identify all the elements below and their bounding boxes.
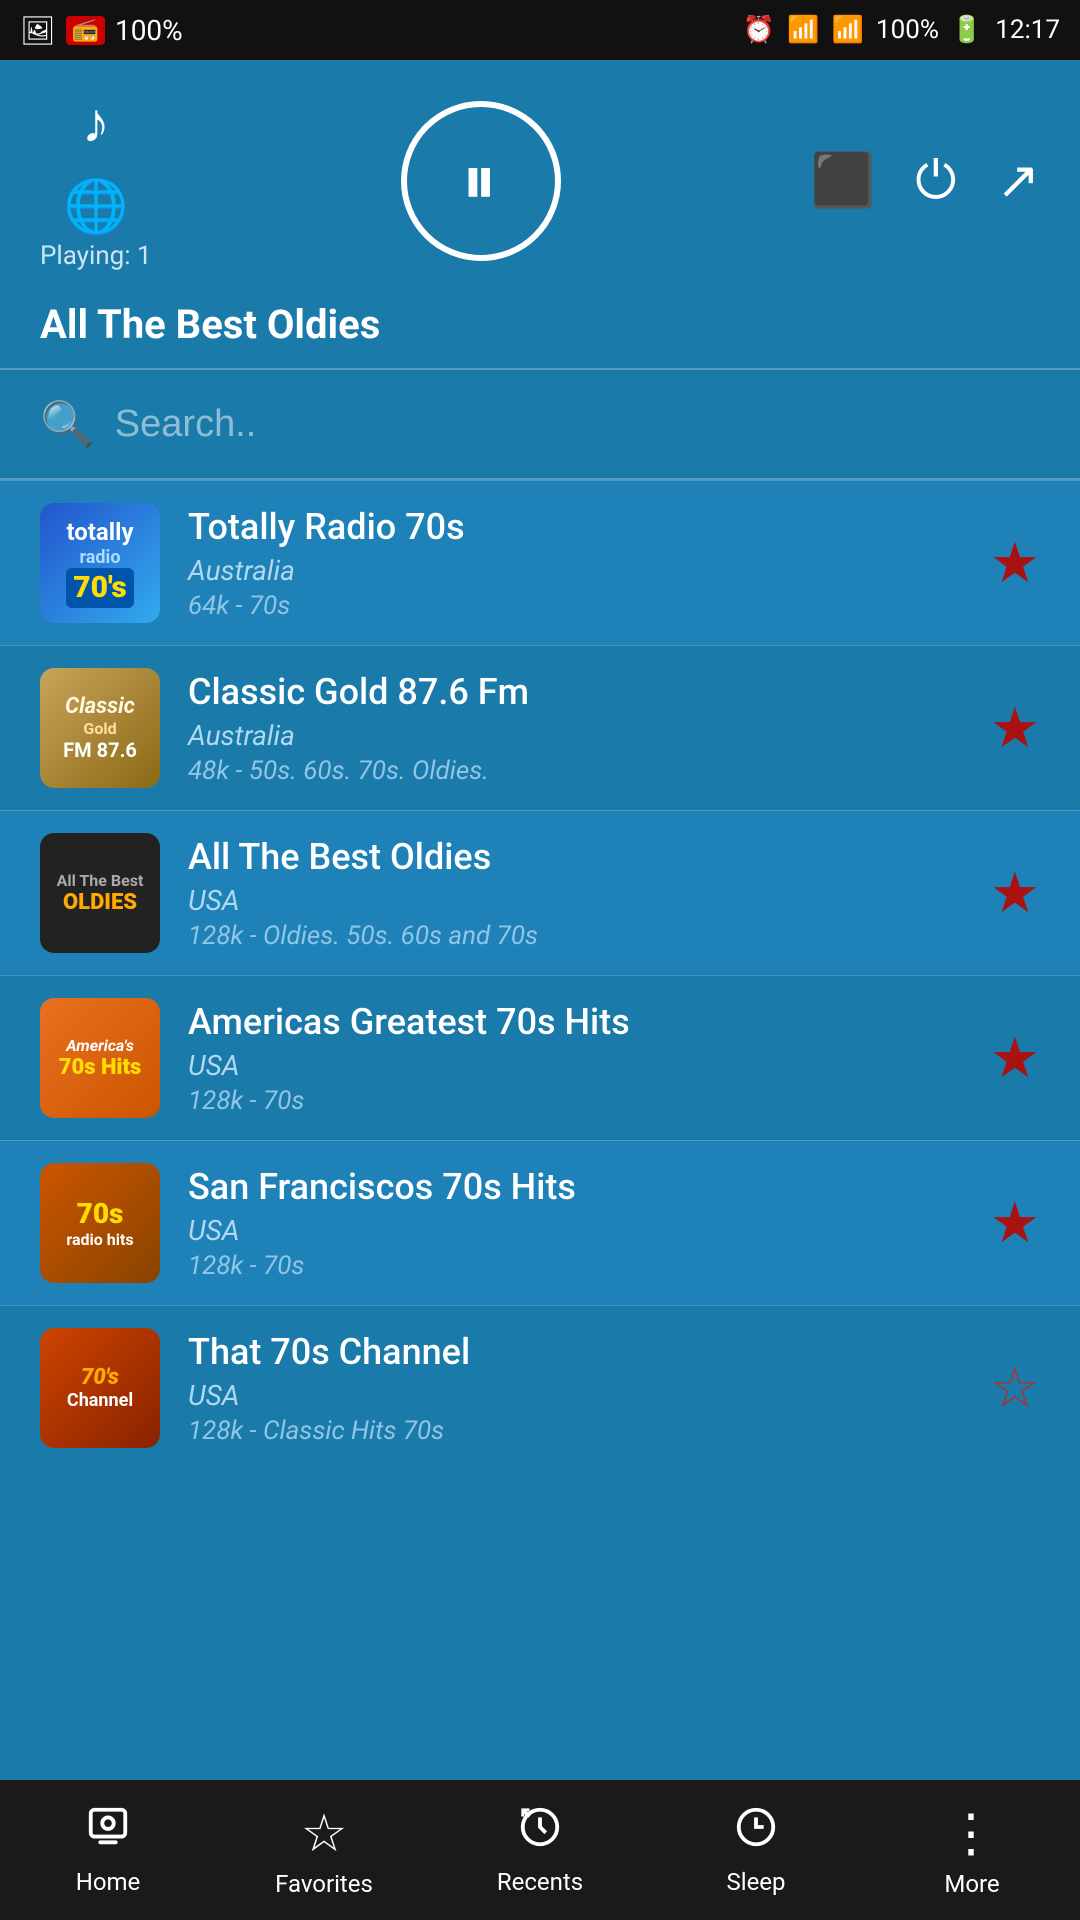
- station-country: Australia: [188, 554, 962, 587]
- home-icon: [85, 1804, 131, 1862]
- favorite-star-button[interactable]: ★: [990, 530, 1040, 596]
- music-note-icon[interactable]: ♪: [82, 90, 110, 156]
- battery-icon: 🔋: [951, 15, 983, 45]
- status-left: 🖼 📻 100%: [20, 14, 183, 47]
- station-logo-all-the-best-oldies: All The Best OLDIES: [40, 833, 160, 953]
- station-name: Totally Radio 70s: [188, 506, 962, 548]
- station-name: Americas Greatest 70s Hits: [188, 1001, 962, 1043]
- radio-icon: 📻: [66, 16, 105, 45]
- station-name: All The Best Oldies: [188, 836, 962, 878]
- nav-item-more[interactable]: ⋮ More: [864, 1803, 1080, 1898]
- station-logo-totally-radio-70s: totally radio 70's: [40, 503, 160, 623]
- search-icon: 🔍: [40, 398, 95, 450]
- station-meta: 128k - 70s: [188, 1086, 962, 1116]
- nav-label-sleep: Sleep: [726, 1868, 785, 1896]
- signal-icon: 📶: [832, 15, 864, 45]
- more-icon: ⋮: [945, 1803, 999, 1864]
- list-item[interactable]: America's 70s Hits Americas Greatest 70s…: [0, 975, 1080, 1140]
- now-playing-title: All The Best Oldies: [0, 291, 1080, 368]
- battery-count: 100%: [115, 14, 183, 47]
- station-logo-san-franciscos-70s: 70s radio hits: [40, 1163, 160, 1283]
- nav-item-recents[interactable]: Recents: [432, 1804, 648, 1896]
- favorites-icon: ☆: [301, 1803, 348, 1864]
- station-name: That 70s Channel: [188, 1331, 962, 1373]
- recents-icon: [517, 1804, 563, 1862]
- nav-label-home: Home: [76, 1868, 141, 1896]
- station-country: USA: [188, 1379, 962, 1412]
- nav-label-favorites: Favorites: [275, 1870, 373, 1898]
- station-logo-that-70s-channel: 70's Channel: [40, 1328, 160, 1448]
- battery-percent: 100%: [876, 15, 939, 45]
- sleep-icon: [733, 1804, 779, 1862]
- list-item[interactable]: 70's Channel That 70s Channel USA 128k -…: [0, 1305, 1080, 1470]
- bottom-nav: Home ☆ Favorites Recents Sleep ⋮ More: [0, 1780, 1080, 1920]
- alarm-icon: ⏰: [743, 15, 775, 45]
- station-info: That 70s Channel USA 128k - Classic Hits…: [188, 1331, 962, 1446]
- station-meta: 64k - 70s: [188, 591, 962, 621]
- station-meta: 128k - Classic Hits 70s: [188, 1416, 962, 1446]
- nav-item-favorites[interactable]: ☆ Favorites: [216, 1803, 432, 1898]
- globe-icon[interactable]: 🌐: [63, 176, 128, 237]
- wifi-icon: 📶: [787, 15, 819, 45]
- pause-icon: ⏸: [462, 140, 501, 222]
- favorite-star-button[interactable]: ★: [990, 860, 1040, 926]
- nav-item-home[interactable]: Home: [0, 1804, 216, 1896]
- station-logo-americas-greatest-70s: America's 70s Hits: [40, 998, 160, 1118]
- pause-button[interactable]: ⏸: [401, 101, 561, 261]
- station-info: All The Best Oldies USA 128k - Oldies. 5…: [188, 836, 962, 951]
- player-center: ⏸: [401, 101, 561, 261]
- nav-label-recents: Recents: [497, 1868, 583, 1896]
- station-name: Classic Gold 87.6 Fm: [188, 671, 962, 713]
- station-country: USA: [188, 1214, 962, 1247]
- station-meta: 128k - 70s: [188, 1251, 962, 1281]
- station-country: Australia: [188, 719, 962, 752]
- nav-item-sleep[interactable]: Sleep: [648, 1804, 864, 1896]
- station-meta: 48k - 50s. 60s. 70s. Oldies.: [188, 756, 962, 786]
- favorite-star-button[interactable]: ★: [990, 1025, 1040, 1091]
- power-button[interactable]: ⏻: [915, 150, 956, 212]
- list-item[interactable]: All The Best OLDIES All The Best Oldies …: [0, 810, 1080, 975]
- search-input[interactable]: [115, 403, 1040, 446]
- station-country: USA: [188, 884, 962, 917]
- station-list: totally radio 70's Totally Radio 70s Aus…: [0, 480, 1080, 1470]
- favorite-star-button[interactable]: ☆: [990, 1355, 1040, 1421]
- station-logo-classic-gold: Classic Gold FM 87.6: [40, 668, 160, 788]
- list-item[interactable]: 70s radio hits San Franciscos 70s Hits U…: [0, 1140, 1080, 1305]
- nav-label-more: More: [944, 1870, 999, 1898]
- station-info: Classic Gold 87.6 Fm Australia 48k - 50s…: [188, 671, 962, 786]
- gallery-icon: 🖼: [20, 14, 56, 47]
- favorite-star-button[interactable]: ★: [990, 1190, 1040, 1256]
- search-bar: 🔍: [0, 370, 1080, 478]
- status-right: ⏰ 📶 📶 100% 🔋 12:17: [743, 15, 1060, 45]
- station-info: San Franciscos 70s Hits USA 128k - 70s: [188, 1166, 962, 1281]
- clock: 12:17: [995, 15, 1060, 45]
- station-info: Americas Greatest 70s Hits USA 128k - 70…: [188, 1001, 962, 1116]
- status-bar: 🖼 📻 100% ⏰ 📶 📶 100% 🔋 12:17: [0, 0, 1080, 60]
- station-country: USA: [188, 1049, 962, 1082]
- playing-label: Playing: 1: [40, 241, 152, 271]
- favorite-star-button[interactable]: ★: [990, 695, 1040, 761]
- player-right: ⬛ ⏻ ↗: [811, 150, 1040, 212]
- stop-button[interactable]: ⬛: [811, 150, 876, 211]
- player-header: ♪ 🌐 Playing: 1 ⏸ ⬛ ⏻ ↗: [0, 60, 1080, 291]
- station-meta: 128k - Oldies. 50s. 60s and 70s: [188, 921, 962, 951]
- station-info: Totally Radio 70s Australia 64k - 70s: [188, 506, 962, 621]
- list-item[interactable]: totally radio 70's Totally Radio 70s Aus…: [0, 480, 1080, 645]
- share-button[interactable]: ↗: [996, 150, 1040, 211]
- list-item[interactable]: Classic Gold FM 87.6 Classic Gold 87.6 F…: [0, 645, 1080, 810]
- player-left: ♪ 🌐 Playing: 1: [40, 90, 152, 271]
- station-name: San Franciscos 70s Hits: [188, 1166, 962, 1208]
